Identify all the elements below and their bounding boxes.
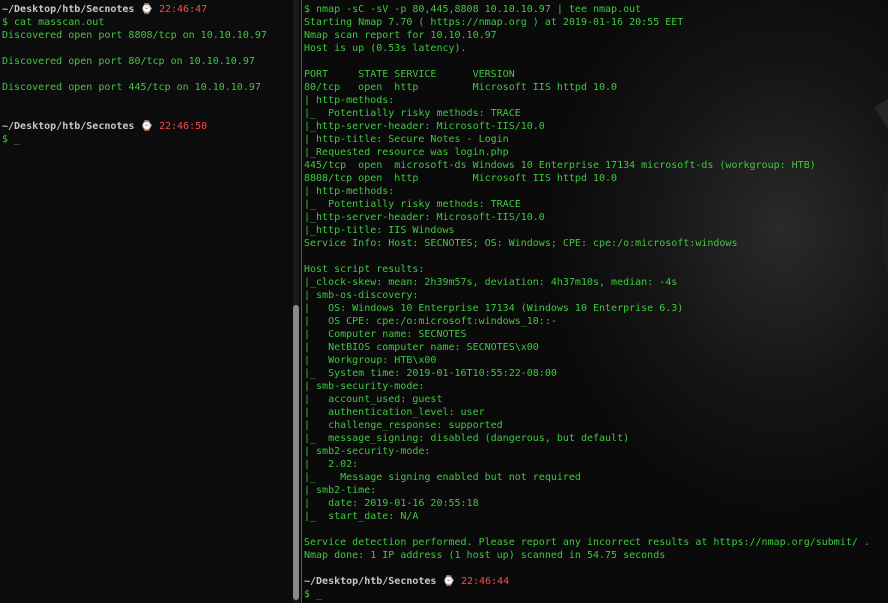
terminal-line: | http-methods: xyxy=(304,95,395,106)
terminal-line: Discovered open port 80/tcp on 10.10.10.… xyxy=(2,56,255,67)
terminal-line: |_ Potentially risky methods: TRACE xyxy=(304,108,521,119)
cursor-line[interactable]: $ _ xyxy=(304,588,870,601)
terminal-line: Host is up (0.53s latency). xyxy=(304,43,467,54)
terminal-line: |_ System time: 2019-01-16T10:55:22-08:0… xyxy=(304,368,557,379)
terminal-line: | smb2-security-mode: xyxy=(304,446,431,457)
terminal-line: |_ Potentially risky methods: TRACE xyxy=(304,199,521,210)
terminal-line: 445/tcp open microsoft-ds Windows 10 Ent… xyxy=(304,160,816,171)
terminal-line: | OS CPE: cpe:/o:microsoft:windows_10::- xyxy=(304,316,557,327)
terminal-line: $ nmap -sC -sV -p 80,445,8808 10.10.10.9… xyxy=(304,4,642,15)
terminal-line: Nmap done: 1 IP address (1 host up) scan… xyxy=(304,550,666,561)
terminal-line: | smb-os-discovery: xyxy=(304,290,419,301)
right-terminal-output: $ nmap -sC -sV -p 80,445,8808 10.10.10.9… xyxy=(304,3,870,601)
left-scrollbar[interactable] xyxy=(293,0,299,603)
prompt-time: 22:46:47 xyxy=(158,4,208,15)
terminal-line: |_Requested resource was login.php xyxy=(304,147,509,158)
prompt-path: ~/Desktop/htb/Secnotes xyxy=(2,121,135,132)
left-terminal-output: ~/Desktop/htb/Secnotes ⌚ 22:46:47 $ cat … xyxy=(2,3,267,146)
terminal-line: 8808/tcp open http Microsoft IIS httpd 1… xyxy=(304,173,618,184)
terminal-line: |_http-server-header: Microsoft-IIS/10.0 xyxy=(304,121,545,132)
prompt-line: ~/Desktop/htb/Secnotes ⌚ 22:46:50 xyxy=(2,120,267,133)
terminal-line: PORT STATE SERVICE VERSION xyxy=(304,69,515,80)
terminal-line: Nmap scan report for 10.10.10.97 xyxy=(304,30,497,41)
prompt-time: 22:46:50 xyxy=(158,121,208,132)
left-terminal-pane[interactable]: ~/Desktop/htb/Secnotes ⌚ 22:46:47 $ cat … xyxy=(0,0,301,603)
terminal-line: Discovered open port 8808/tcp on 10.10.1… xyxy=(2,30,267,41)
right-terminal-pane[interactable]: $ nmap -sC -sV -p 80,445,8808 10.10.10.9… xyxy=(302,0,888,603)
terminal-line: | smb2-time: xyxy=(304,485,377,496)
prompt-path: ~/Desktop/htb/Secnotes xyxy=(2,4,135,15)
terminal-line: Starting Nmap 7.70 ( https://nmap.org ) … xyxy=(304,17,684,28)
terminal-line: |_ Message signing enabled but not requi… xyxy=(304,472,581,483)
terminal-line: |_ start_date: N/A xyxy=(304,511,419,522)
terminal-line: Discovered open port 445/tcp on 10.10.10… xyxy=(2,82,261,93)
terminal-line: |_ message_signing: disabled (dangerous,… xyxy=(304,433,630,444)
left-scroll-thumb[interactable] xyxy=(293,305,299,600)
terminal-line: |_http-title: IIS Windows xyxy=(304,225,455,236)
terminal-line: | challenge_response: supported xyxy=(304,420,503,431)
clock-icon: ⌚ xyxy=(140,4,153,15)
clock-icon: ⌚ xyxy=(442,576,455,587)
terminal-line: | date: 2019-01-16 20:55:18 xyxy=(304,498,479,509)
terminal-line: Host script results: xyxy=(304,264,425,275)
clock-icon: ⌚ xyxy=(140,121,153,132)
terminal-line: $ cat masscan.out xyxy=(2,17,105,28)
terminal-line: | http-methods: xyxy=(304,186,395,197)
prompt-time: 22:46:44 xyxy=(460,576,510,587)
terminal-line: | Workgroup: HTB\x00 xyxy=(304,355,437,366)
terminal-line: 80/tcp open http Microsoft IIS httpd 10.… xyxy=(304,82,618,93)
terminal-line: | http-title: Secure Notes - Login xyxy=(304,134,509,145)
terminal-line: Service Info: Host: SECNOTES; OS: Window… xyxy=(304,238,738,249)
terminal-line: |_http-server-header: Microsoft-IIS/10.0 xyxy=(304,212,545,223)
terminal-line: |_clock-skew: mean: 2h39m57s, deviation:… xyxy=(304,277,678,288)
terminal-line: | Computer name: SECNOTES xyxy=(304,329,467,340)
terminal-line: | OS: Windows 10 Enterprise 17134 (Windo… xyxy=(304,303,684,314)
terminal-line: Service detection performed. Please repo… xyxy=(304,537,870,548)
prompt-line: ~/Desktop/htb/Secnotes ⌚ 22:46:44 xyxy=(304,575,870,588)
terminal-line: | authentication_level: user xyxy=(304,407,485,418)
terminal-line: | NetBIOS computer name: SECNOTES\x00 xyxy=(304,342,539,353)
terminal-line: | 2.02: xyxy=(304,459,359,470)
prompt-line: ~/Desktop/htb/Secnotes ⌚ 22:46:47 xyxy=(2,3,267,16)
terminal-line: | account_used: guest xyxy=(304,394,443,405)
prompt-path: ~/Desktop/htb/Secnotes xyxy=(304,576,437,587)
terminal-line: | smb-security-mode: xyxy=(304,381,425,392)
cursor-line[interactable]: $ _ xyxy=(2,133,267,146)
